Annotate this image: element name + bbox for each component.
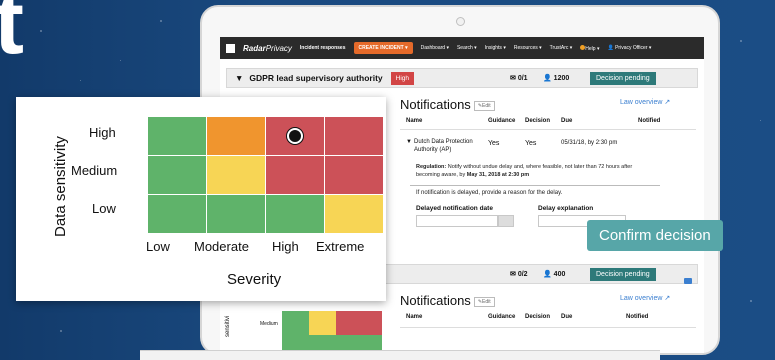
- matrix-cell-medium-extreme[interactable]: [325, 156, 383, 194]
- law-overview-link[interactable]: Law overview ↗: [620, 294, 670, 302]
- menu-square-icon[interactable]: [226, 43, 235, 53]
- background-speck: [760, 120, 761, 121]
- mini-axis-label: sensitivi: [225, 315, 231, 337]
- people-count: 👤 1200: [543, 75, 570, 82]
- create-incident-button[interactable]: CREATE INCIDENT ▾: [353, 42, 413, 54]
- mini-row-label: Medium: [260, 321, 278, 327]
- matrix-cell-medium-high[interactable]: [266, 156, 324, 194]
- matrix-cell-medium-low[interactable]: [148, 156, 206, 194]
- nav-privacy-officer[interactable]: 👤 Privacy Officer ▾: [607, 45, 651, 51]
- background-speck: [160, 20, 162, 22]
- row-expand-icon[interactable]: ▼: [406, 139, 412, 145]
- y-axis-title: Data sensitivity: [52, 136, 69, 237]
- matrix-cell-low-high[interactable]: [266, 195, 324, 233]
- col-due: Due: [561, 314, 573, 320]
- row-label-high: High: [89, 125, 116, 140]
- nav-incident-responses[interactable]: Incident responses: [300, 45, 346, 51]
- divider: [400, 129, 696, 130]
- top-nav: RadarPrivacy Incident responses CREATE I…: [220, 37, 704, 59]
- col-label-low: Low: [146, 239, 170, 254]
- col-label-moderate: Moderate: [194, 239, 249, 254]
- col-decision: Decision: [525, 314, 551, 320]
- row-label-medium: Medium: [71, 163, 118, 178]
- notifications-title: Notifications ✎Edit: [400, 97, 495, 112]
- col-guidance: Guidance: [488, 118, 516, 124]
- authority-name: Dutch Data Protection Authority (AP): [414, 139, 473, 153]
- risk-matrix-card: Data sensitivity High Medium Low Low Mod…: [16, 97, 386, 301]
- law-overview-link[interactable]: Law overview ↗: [620, 98, 670, 106]
- collapse-triangle-icon[interactable]: ▼: [235, 73, 243, 83]
- nav-insights[interactable]: Insights ▾: [485, 45, 506, 51]
- background-speck: [120, 60, 121, 61]
- background-speck: [740, 40, 742, 42]
- delay-explanation-label: Delay explanation: [538, 205, 594, 212]
- nav-trustarc[interactable]: TrustArc ▾: [550, 45, 573, 51]
- due-value: 05/31/18, by 2:30 pm: [561, 140, 618, 146]
- matrix-cell-low-low[interactable]: [148, 195, 206, 233]
- matrix-cell-medium-moderate[interactable]: [207, 156, 265, 194]
- envelope-count: ✉ 0/2: [510, 271, 528, 278]
- background-speck: [750, 300, 752, 302]
- confirm-decision-button[interactable]: Confirm decision: [587, 220, 723, 251]
- app-logo[interactable]: RadarPrivacy: [243, 44, 292, 53]
- background-speck: [40, 30, 42, 32]
- mini-matrix-cell: [309, 311, 336, 335]
- severity-badge: High: [390, 71, 414, 85]
- laptop-base: [140, 350, 660, 360]
- divider: [400, 327, 696, 328]
- nav-dashboard[interactable]: Dashboard ▾: [421, 45, 449, 51]
- decision-value: Yes: [525, 140, 537, 147]
- delayed-date-label: Delayed notification date: [416, 205, 493, 212]
- hero-letter: t: [0, 0, 24, 73]
- col-guidance: Guidance: [488, 314, 516, 320]
- delayed-date-field[interactable]: [416, 215, 498, 227]
- nav-help[interactable]: Help ▾: [580, 44, 599, 52]
- row-label-low: Low: [92, 201, 116, 216]
- mini-matrix-cell: [282, 311, 309, 335]
- x-axis-title: Severity: [227, 271, 282, 288]
- matrix-cell-high-low[interactable]: [148, 117, 206, 155]
- matrix-cell-low-extreme[interactable]: [325, 195, 383, 233]
- guidance-value: Yes: [488, 140, 500, 147]
- background-speck: [60, 330, 62, 332]
- col-label-high: High: [272, 239, 299, 254]
- edit-button[interactable]: ✎Edit: [473, 100, 495, 111]
- selected-risk-marker: [286, 127, 303, 144]
- decision-status-badge: Decision pending: [590, 72, 656, 85]
- notifications-title: Notifications ✎Edit: [400, 293, 495, 308]
- decision-status-badge: Decision pending: [590, 268, 656, 281]
- col-notified: Notified: [638, 118, 661, 124]
- mini-matrix-cell: [336, 311, 382, 335]
- nav-resources[interactable]: Resources ▾: [514, 45, 542, 51]
- col-name: Name: [406, 118, 423, 124]
- panel-title: GDPR lead supervisory authority: [249, 73, 383, 83]
- divider: [410, 185, 660, 186]
- col-due: Due: [561, 118, 573, 124]
- regulation-text: Regulation: Notify without undue delay a…: [416, 164, 633, 179]
- delay-note: If notification is delayed, provide a re…: [416, 190, 563, 196]
- printer-icon[interactable]: [684, 278, 692, 284]
- nav-search[interactable]: Search ▾: [457, 45, 477, 51]
- edit-button[interactable]: ✎Edit: [473, 296, 495, 307]
- camera-icon: [456, 17, 465, 26]
- calendar-button[interactable]: [498, 215, 514, 227]
- col-notified: Notified: [626, 314, 649, 320]
- col-label-extreme: Extreme: [316, 239, 365, 254]
- matrix-cell-low-moderate[interactable]: [207, 195, 265, 233]
- background-speck: [80, 80, 81, 81]
- people-count: 👤 400: [543, 271, 566, 278]
- envelope-count: ✉ 0/1: [510, 75, 528, 82]
- col-decision: Decision: [525, 118, 551, 124]
- matrix-cell-high-moderate[interactable]: [207, 117, 265, 155]
- col-name: Name: [406, 314, 423, 320]
- matrix-cell-high-extreme[interactable]: [325, 117, 383, 155]
